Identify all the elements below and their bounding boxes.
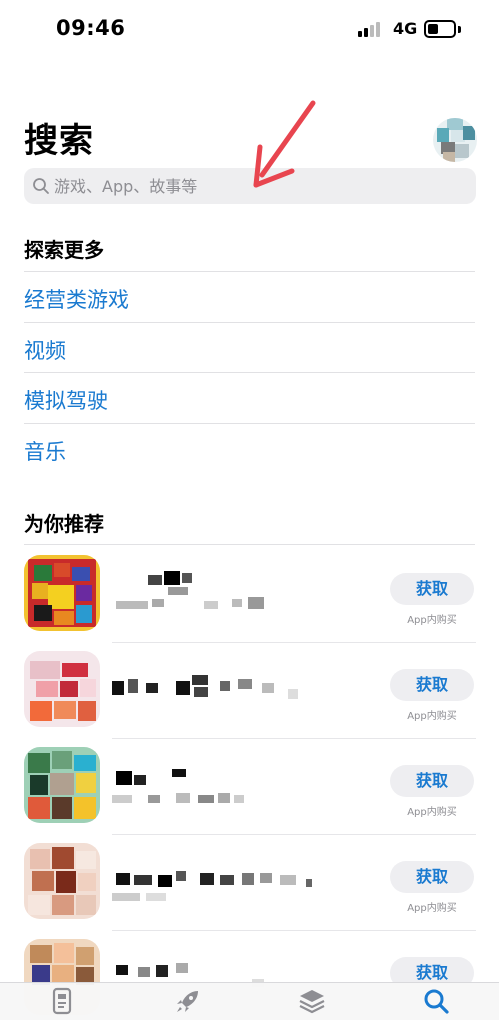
search-tab-icon [424, 989, 449, 1014]
tab-bar [0, 982, 499, 1020]
get-button[interactable]: 获取 [390, 573, 474, 605]
explore-link-video[interactable]: 视频 [24, 335, 66, 365]
today-icon [52, 987, 72, 1015]
get-button[interactable]: 获取 [390, 861, 474, 893]
in-app-purchase-note: App内购买 [407, 903, 457, 914]
account-avatar[interactable] [433, 118, 477, 162]
annotation-arrow-icon [253, 100, 316, 188]
divider [24, 423, 475, 424]
page-title: 搜索 [24, 121, 94, 161]
signal-strength-icon [358, 21, 384, 39]
divider [112, 738, 476, 739]
app-icon[interactable] [24, 555, 100, 631]
network-type: 4G [393, 19, 418, 38]
status-bar: 09:46 4G [0, 0, 499, 60]
app-row[interactable]: 获取 App内购买 [24, 651, 476, 739]
tab-today[interactable] [32, 983, 92, 1020]
app-info-redacted [112, 857, 312, 907]
divider [112, 642, 476, 643]
tab-apps[interactable] [282, 983, 342, 1020]
battery-icon [424, 20, 456, 38]
app-info-redacted [112, 569, 312, 619]
in-app-purchase-note: App内购买 [407, 711, 457, 722]
tab-games[interactable] [158, 983, 218, 1020]
divider [24, 372, 475, 373]
app-row[interactable]: 获取 App内购买 [24, 555, 476, 643]
tab-search[interactable] [406, 983, 466, 1020]
status-time: 09:46 [56, 16, 126, 40]
explore-link-driving-sim[interactable]: 模拟驾驶 [24, 385, 108, 415]
divider [24, 544, 475, 545]
apps-stack-icon [299, 990, 325, 1014]
divider [112, 930, 476, 931]
divider [24, 322, 475, 323]
explore-section-title: 探索更多 [24, 238, 104, 262]
app-info-redacted [112, 761, 312, 811]
search-icon [33, 178, 49, 194]
battery-tip [458, 26, 461, 33]
rocket-icon [177, 991, 198, 1012]
app-icon[interactable] [24, 843, 100, 919]
app-store-search-screen: 09:46 4G 搜索 游戏、App、故事等 探索更多 经营类游戏 视频 模拟驾… [0, 0, 499, 1020]
app-row[interactable]: 获取 App内购买 [24, 747, 476, 835]
explore-link-simulation-games[interactable]: 经营类游戏 [24, 284, 129, 314]
explore-link-music[interactable]: 音乐 [24, 436, 66, 466]
app-icon[interactable] [24, 651, 100, 727]
divider [112, 834, 476, 835]
divider [24, 271, 475, 272]
app-icon[interactable] [24, 747, 100, 823]
in-app-purchase-note: App内购买 [407, 807, 457, 818]
app-row[interactable]: 获取 App内购买 [24, 843, 476, 931]
app-info-redacted [112, 665, 312, 715]
recommend-section-title: 为你推荐 [24, 512, 104, 536]
in-app-purchase-note: App内购买 [407, 615, 457, 626]
get-button[interactable]: 获取 [390, 765, 474, 797]
battery-level [428, 24, 438, 34]
get-button[interactable]: 获取 [390, 669, 474, 701]
